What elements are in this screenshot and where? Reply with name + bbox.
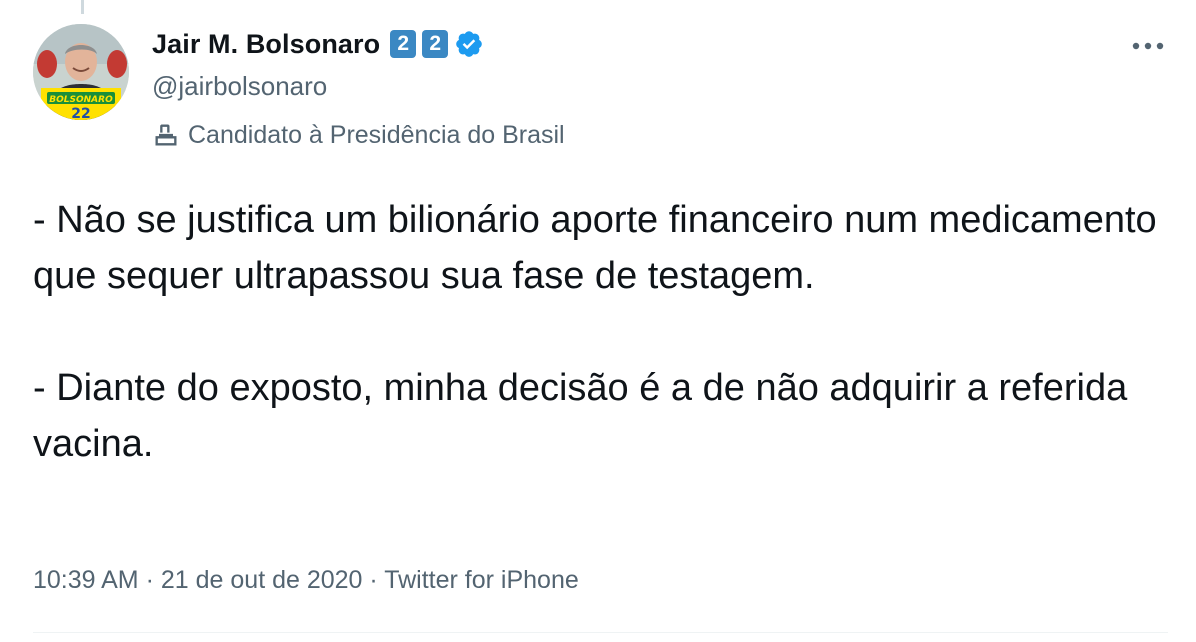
tweet-time[interactable]: 10:39 AM bbox=[33, 566, 139, 594]
avatar[interactable]: BOLSONARO 22 bbox=[33, 24, 129, 120]
avatar-number: 22 bbox=[71, 106, 90, 120]
user-handle[interactable]: @jairbolsonaro bbox=[152, 68, 565, 104]
more-horizontal-icon bbox=[1132, 42, 1164, 50]
tweet-metadata: 10:39 AM · 21 de out de 2020 · Twitter f… bbox=[33, 562, 579, 598]
display-name[interactable]: Jair M. Bolsonaro bbox=[152, 29, 380, 60]
account-label-text: Candidato à Presidência do Brasil bbox=[188, 120, 565, 149]
ballot-box-icon bbox=[155, 124, 177, 146]
divider bbox=[33, 632, 1168, 633]
number-badge-2: 2 bbox=[422, 30, 449, 58]
avatar-caption: BOLSONARO bbox=[49, 95, 113, 105]
avatar-image: BOLSONARO 22 bbox=[33, 24, 129, 120]
thread-connector-line bbox=[81, 0, 84, 14]
tweet-paragraph-1: - Não se justifica um bilionário aporte … bbox=[33, 199, 1157, 297]
tweet-source[interactable]: Twitter for iPhone bbox=[384, 566, 579, 594]
number-badge-1: 2 bbox=[390, 30, 417, 58]
tweet-paragraph-2: - Diante do exposto, minha decisão é a d… bbox=[33, 367, 1128, 465]
meta-separator-1: · bbox=[145, 566, 154, 594]
tweet-date[interactable]: 21 de out de 2020 bbox=[161, 566, 363, 594]
more-options-button[interactable] bbox=[1128, 28, 1168, 64]
account-label: Candidato à Presidência do Brasil bbox=[152, 118, 565, 152]
meta-separator-2: · bbox=[369, 566, 378, 594]
name-row: Jair M. Bolsonaro 2 2 bbox=[152, 24, 565, 64]
tweet-header: Jair M. Bolsonaro 2 2 @jairbolsonaro Can… bbox=[152, 24, 565, 152]
verified-badge-icon bbox=[456, 31, 483, 57]
tweet-text: - Não se justifica um bilionário aporte … bbox=[33, 192, 1168, 472]
